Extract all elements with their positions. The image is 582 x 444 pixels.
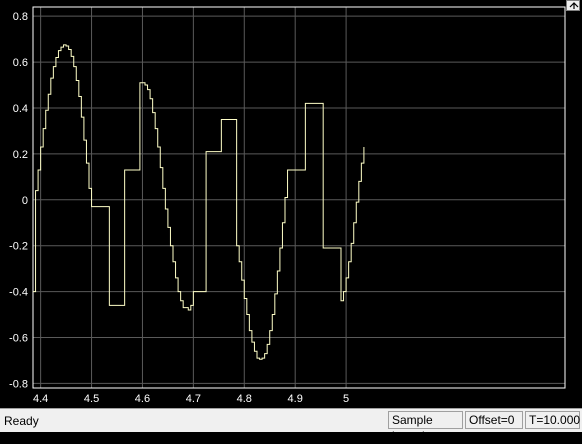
y-tick-label: -0.2 — [9, 241, 28, 253]
restore-up-arrow-icon — [569, 2, 579, 9]
tick-labels: 4.4 4.5 4.6 4.7 4.8 4.9 5 0.8 0.6 0.4 0.2 0 -0.2 -0.4… — [9, 11, 349, 405]
series-line — [33, 44, 365, 360]
offset-field: Offset=0 — [465, 411, 523, 429]
scope-plot: 4.4 4.5 4.6 4.7 4.8 4.9 5 0.8 0.6 0.4 0.2 0 -0.2 -0.4… — [9, 6, 566, 405]
y-tick-label: 0.2 — [13, 149, 28, 161]
grid — [33, 7, 565, 388]
y-tick-label: 0.4 — [13, 103, 28, 115]
x-tick-label: 4.4 — [33, 393, 48, 405]
y-tick-label: 0.6 — [13, 57, 28, 69]
sample-mode-field: Sample based — [388, 411, 463, 443]
status-text: Ready — [4, 414, 39, 428]
y-tick-label: -0.8 — [9, 378, 28, 390]
axes-frame — [32, 6, 566, 389]
x-tick-label: 4.6 — [135, 393, 150, 405]
time-field: T=10.000 — [525, 411, 580, 429]
x-tick-label: 5 — [343, 393, 349, 405]
x-tick-label: 4.7 — [186, 393, 201, 405]
status-bar: Ready Sample based Offset=0 T=10.000 — [0, 408, 582, 443]
restore-button[interactable] — [566, 0, 580, 11]
scope-window: 4.4 4.5 4.6 4.7 4.8 4.9 5 0.8 0.6 0.4 0.2 0 -0.2 -0.4… — [0, 0, 582, 432]
y-tick-label: 0 — [22, 195, 28, 207]
y-tick-label: 0.8 — [13, 11, 28, 23]
signal-series — [33, 44, 365, 360]
y-tick-label: -0.6 — [9, 333, 28, 345]
y-tick-label: -0.4 — [9, 287, 28, 299]
x-tick-label: 4.5 — [84, 393, 99, 405]
x-tick-label: 4.8 — [237, 393, 252, 405]
x-tick-label: 4.9 — [288, 393, 303, 405]
